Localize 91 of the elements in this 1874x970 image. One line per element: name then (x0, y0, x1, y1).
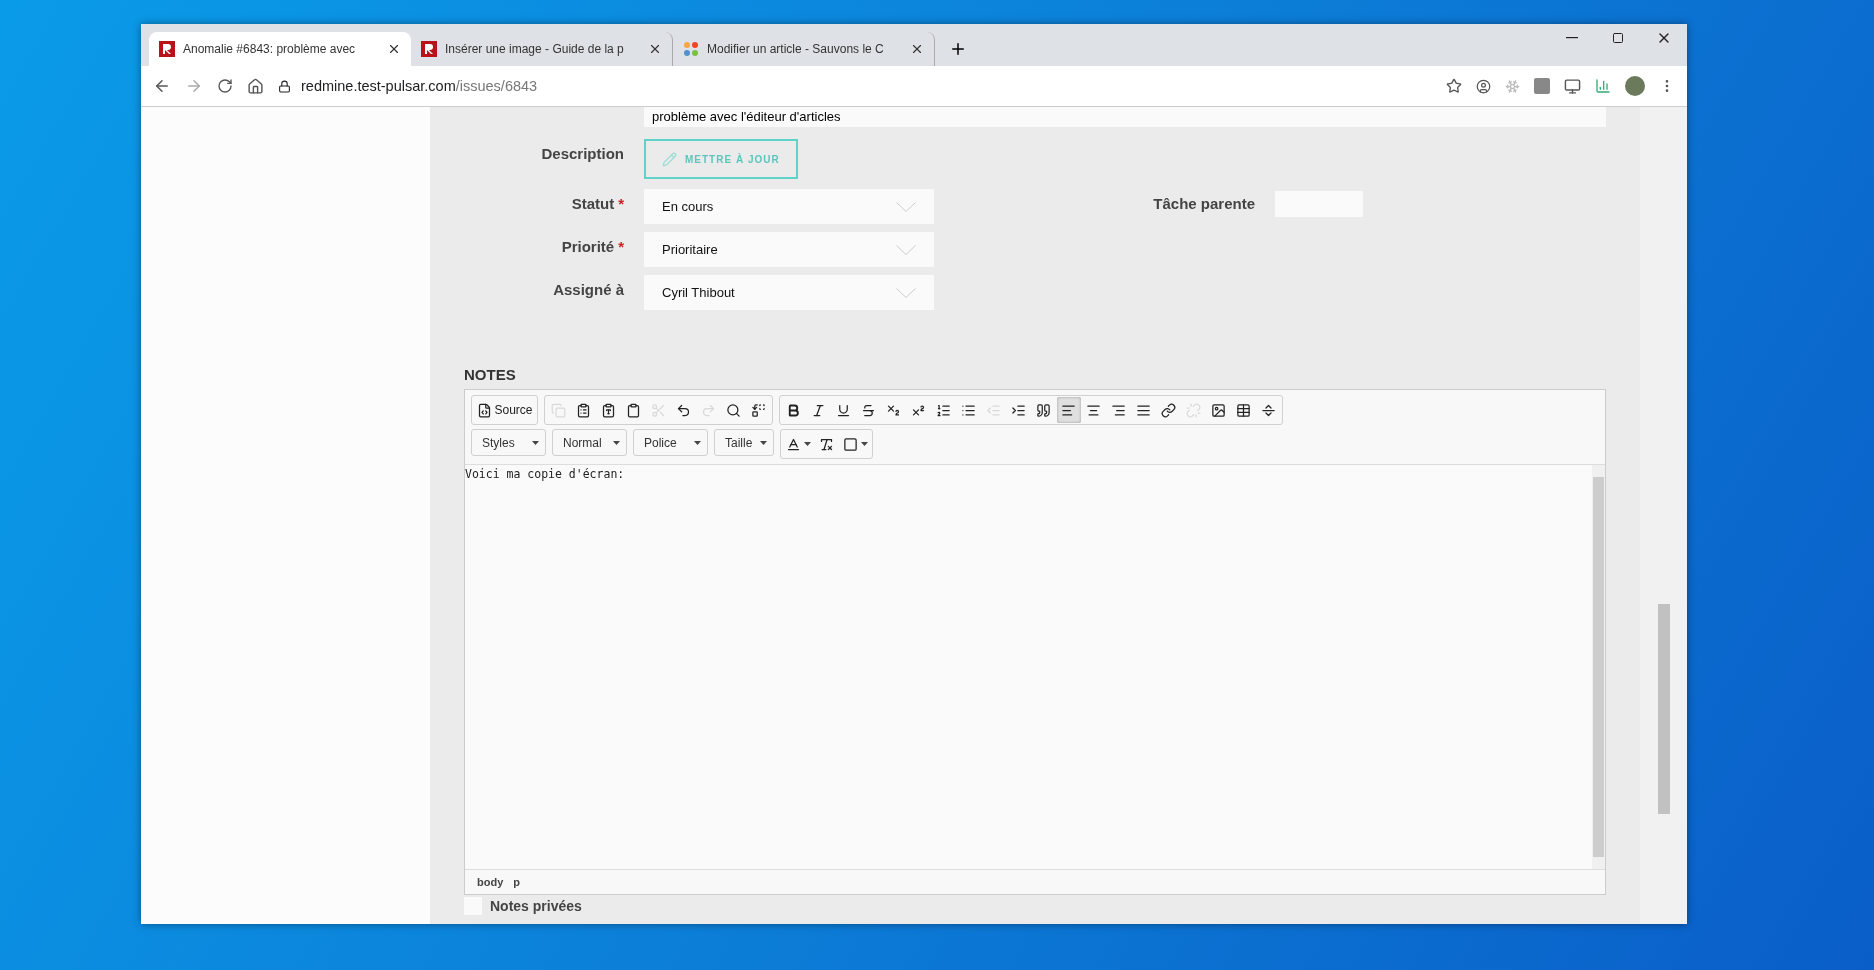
url-host[interactable]: redmine.test-pulsar.com (301, 78, 456, 94)
browser-tab[interactable]: Modifier un article - Sauvons le C (673, 32, 935, 66)
superscript-icon (911, 402, 927, 418)
subscript-icon (886, 402, 902, 418)
bg-color-icon (842, 436, 858, 452)
section-heading: NOTES (464, 366, 517, 383)
format-dropdown[interactable]: Taille (714, 429, 774, 456)
chevron-down-icon (896, 244, 916, 255)
field-label: Description (540, 144, 624, 162)
table-icon (1236, 402, 1252, 418)
caret-icon (860, 442, 868, 446)
cut-icon (651, 402, 667, 418)
select-field[interactable]: Prioritaire (644, 232, 934, 267)
align-center-icon (1086, 402, 1102, 418)
maximize-icon (1612, 32, 1624, 44)
caret-icon (760, 440, 767, 445)
close-icon[interactable] (387, 42, 401, 56)
format-dropdown[interactable]: Police (633, 429, 708, 456)
indent-icon (1011, 402, 1027, 418)
redo-icon (701, 402, 717, 418)
unlink-icon (1186, 402, 1202, 418)
undo-icon (676, 402, 692, 418)
justify-icon (1136, 402, 1152, 418)
element-path-link[interactable]: body (477, 876, 504, 888)
strike-icon (861, 402, 877, 418)
url-path[interactable]: /issues/6843 (455, 78, 538, 94)
caret-icon (694, 440, 701, 445)
select-field[interactable]: En cours (644, 189, 934, 224)
select-field[interactable]: Cyril Thibout (644, 275, 934, 310)
italic-icon (811, 402, 827, 418)
lock-icon (278, 79, 291, 93)
quote-icon (1036, 402, 1052, 418)
chevron-down-icon (896, 287, 916, 298)
checkbox-label: Notes privées (490, 898, 582, 914)
close-icon[interactable] (910, 42, 924, 56)
editor-text[interactable]: Voici ma copie d'écran: (465, 465, 1592, 869)
field-label: Priorité * (560, 237, 624, 255)
home-icon[interactable] (247, 77, 264, 95)
element-path-link[interactable]: p (513, 876, 520, 888)
subject-field[interactable]: problème avec l'éditeur d'articles (644, 107, 1606, 127)
field-label: Statut * (570, 194, 624, 212)
caret-icon (803, 442, 811, 446)
find-icon (726, 402, 742, 418)
reload-icon[interactable] (217, 78, 233, 94)
rule-icon (1261, 402, 1277, 418)
caret-icon (613, 440, 620, 445)
format-dropdown[interactable]: Styles (471, 429, 546, 456)
new-tab-icon[interactable] (949, 40, 967, 58)
tab-title: Insérer une image - Guide de la p (445, 42, 625, 56)
profile-avatar[interactable] (1625, 76, 1645, 96)
underline-icon (836, 402, 852, 418)
minimize-icon (1566, 37, 1578, 39)
image-icon (1211, 402, 1227, 418)
extension-icon[interactable] (1476, 78, 1491, 94)
redmine-favicon-icon (159, 41, 175, 57)
toolbar-button[interactable] (1056, 397, 1081, 423)
browser-tab[interactable]: Anomalie #6843: problème avec (149, 32, 411, 66)
link-icon (1161, 402, 1177, 418)
redmine-favicon-icon (421, 41, 437, 57)
pencil-icon (662, 151, 677, 167)
chart-icon[interactable] (1595, 78, 1611, 94)
chevron-down-icon (896, 201, 916, 212)
browser-tab[interactable]: Insérer une image - Guide de la p (411, 32, 673, 66)
tab-title: Anomalie #6843: problème avec (183, 42, 357, 56)
bold-icon (786, 402, 802, 418)
remove-format-icon (819, 436, 834, 452)
copy-icon (551, 402, 567, 418)
screen-icon[interactable] (1564, 77, 1581, 95)
tab-title: Modifier un article - Sauvons le C (707, 42, 885, 56)
paste-icon (626, 402, 642, 418)
align-right-icon (1111, 402, 1127, 418)
paste-word-icon (576, 402, 592, 418)
source-icon (476, 402, 492, 418)
joomla-favicon-icon (683, 41, 699, 57)
field-label: Assigné à (552, 280, 624, 298)
replace-icon (751, 402, 767, 418)
field-label: Tâche parente (1152, 194, 1255, 212)
close-icon[interactable] (648, 42, 662, 56)
bookmark-star-icon[interactable] (1446, 78, 1462, 94)
editor-scrollbar[interactable] (1592, 465, 1605, 869)
paste-text-icon (601, 402, 617, 418)
align-left-icon (1061, 402, 1077, 418)
bullet-list-icon (961, 402, 977, 418)
ordered-list-icon (936, 402, 952, 418)
source-button[interactable]: Source (473, 397, 536, 423)
page-scrollbar[interactable] (1640, 107, 1687, 924)
format-dropdown[interactable]: Normal (552, 429, 627, 456)
caret-icon (532, 440, 539, 445)
outdent-icon (986, 402, 1002, 418)
back-icon[interactable] (153, 77, 171, 95)
text-color-icon (785, 436, 801, 452)
